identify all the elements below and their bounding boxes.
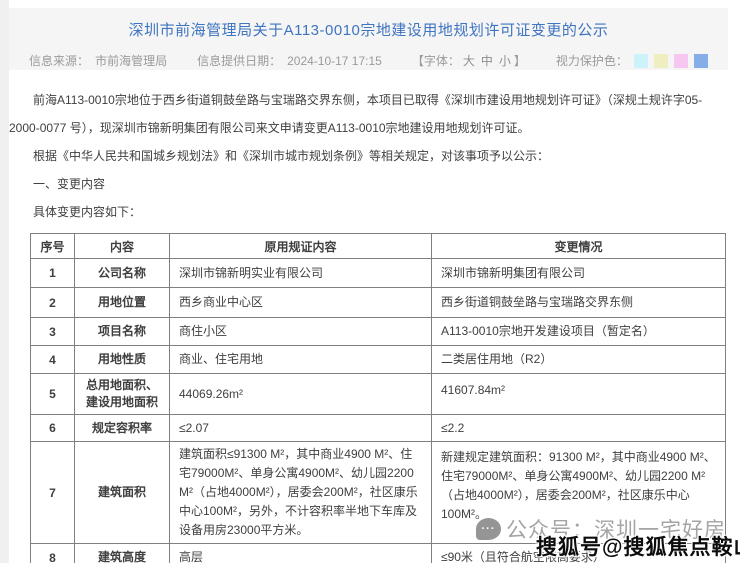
header-cell-original: 原用规证内容 [170,234,432,259]
cell-change: 新建规定建筑面积：91300 M²，其中商业4900 M²、住宅79000M²、… [432,442,726,544]
cell-no: 3 [31,318,75,346]
cell-original: 高层 [170,544,432,563]
eye-color-swatch-yellow[interactable] [654,54,668,68]
table-row: 4 用地性质 商业、住宅用地 二类居住用地（R2） [31,346,726,374]
cell-no: 1 [31,259,75,288]
paragraph-intro: 前海A113-0010宗地位于西乡街道铜鼓垒路与宝瑞路交界东侧，本项目已取得《深… [9,86,728,142]
cell-original: 建筑面积≤91300 M²，其中商业4900 M²、住宅79000M²、单身公寓… [170,442,432,544]
cell-change: ≤2.2 [432,415,726,442]
article-header: 深圳市前海管理局关于A113-0010宗地建设用地规划许可证变更的公示 信息来源… [9,8,728,70]
header-cell-item: 内容 [75,234,170,259]
eye-color-swatch-blue[interactable] [694,54,708,68]
info-date-label: 信息提供日期： [197,52,281,69]
section-heading: 一、变更内容 [9,170,728,198]
cell-change: 深圳市锦新明集团有限公司 [432,259,726,288]
article-info-bar: 信息来源： 市前海管理局 信息提供日期： 2024-10-17 17:15 【字体：… [9,52,728,69]
table-row: 5 总用地面积、建设用地面积 44069.26m² 41607.84m² [31,374,726,415]
eye-color-swatch-pink[interactable] [674,54,688,68]
cell-no: 7 [31,442,75,544]
font-size-medium-button[interactable]: 中 [481,54,493,68]
font-size-control: 【字体：大中小】 [412,52,526,69]
table-row: 6 规定容积率 ≤2.07 ≤2.2 [31,415,726,442]
header-cell-no: 序号 [31,234,75,259]
paragraph-basis: 根据《中华人民共和国城乡规划法》和《深圳市城市规划条例》等相关规定，对该事项予以… [9,142,728,170]
font-size-large-button[interactable]: 大 [463,54,475,68]
eye-protection-label: 视力保护色： [556,52,628,69]
cell-item: 公司名称 [75,259,170,288]
announcement-page: 深圳市前海管理局关于A113-0010宗地建设用地规划许可证变更的公示 信息来源… [0,0,740,563]
header-cell-change: 变更情况 [432,234,726,259]
cell-original: 西乡商业中心区 [170,288,432,318]
font-size-label-close: 】 [514,54,526,68]
cell-change: ≤90米（且符合航空限高要求） [432,544,726,563]
page-left-margin-strip [0,0,9,563]
cell-original: 商住小区 [170,318,432,346]
cell-no: 5 [31,374,75,415]
cell-item: 建筑面积 [75,442,170,544]
cell-no: 4 [31,346,75,374]
table-row: 8 建筑高度 高层 ≤90米（且符合航空限高要求） [31,544,726,563]
cell-item: 建筑高度 [75,544,170,563]
cell-item: 规定容积率 [75,415,170,442]
table-row: 2 用地位置 西乡商业中心区 西乡街道铜鼓垒路与宝瑞路交界东侧 [31,288,726,318]
cell-original: 44069.26m² [170,374,432,415]
table-intro: 具体变更内容如下： [9,198,728,226]
change-details-table: 序号 内容 原用规证内容 变更情况 1 公司名称 深圳市锦新明实业有限公司 深圳… [30,233,726,563]
cell-item: 用地位置 [75,288,170,318]
info-source-label: 信息来源： [29,52,89,69]
info-date-value: 2024-10-17 17:15 [287,54,382,68]
cell-no: 2 [31,288,75,318]
table-row: 1 公司名称 深圳市锦新明实业有限公司 深圳市锦新明集团有限公司 [31,259,726,288]
table-row: 7 建筑面积 建筑面积≤91300 M²，其中商业4900 M²、住宅79000… [31,442,726,544]
cell-original: ≤2.07 [170,415,432,442]
table-row: 3 项目名称 商住小区 A113-0010宗地开发建设项目（暂定名） [31,318,726,346]
eye-protection-control: 视力保护色： [556,52,708,69]
eye-color-swatch-cyan[interactable] [634,54,648,68]
cell-change: 西乡街道铜鼓垒路与宝瑞路交界东侧 [432,288,726,318]
font-size-label-open: 【字体： [412,54,460,68]
cell-item: 项目名称 [75,318,170,346]
cell-change: 二类居住用地（R2） [432,346,726,374]
cell-item: 总用地面积、建设用地面积 [75,374,170,415]
table-header-row: 序号 内容 原用规证内容 变更情况 [31,234,726,259]
cell-original: 商业、住宅用地 [170,346,432,374]
cell-original: 深圳市锦新明实业有限公司 [170,259,432,288]
cell-no: 6 [31,415,75,442]
page-title: 深圳市前海管理局关于A113-0010宗地建设用地规划许可证变更的公示 [9,8,728,40]
font-size-small-button[interactable]: 小 [499,54,511,68]
info-source-value: 市前海管理局 [95,52,167,69]
cell-change: 41607.84m² [432,374,726,415]
cell-change: A113-0010宗地开发建设项目（暂定名） [432,318,726,346]
cell-item: 用地性质 [75,346,170,374]
article-body: 前海A113-0010宗地位于西乡街道铜鼓垒路与宝瑞路交界东侧，本项目已取得《深… [9,70,728,563]
cell-no: 8 [31,544,75,563]
